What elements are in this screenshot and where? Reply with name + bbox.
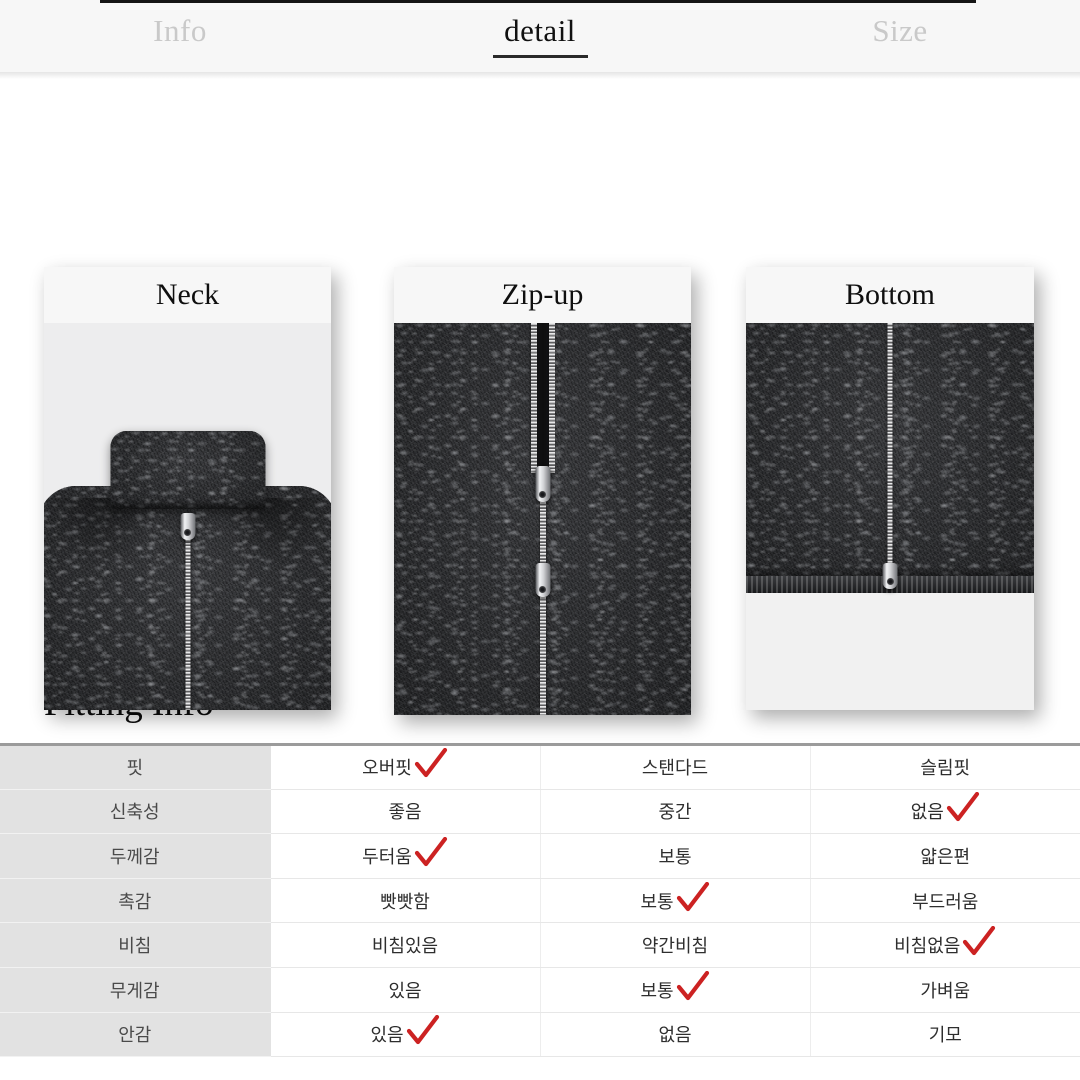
fitting-option-text: 없음: [910, 802, 944, 824]
fitting-option-text: 좋음: [388, 802, 422, 824]
fitting-option-text: 슬림핏: [920, 758, 971, 780]
neck-zipper-teeth: [185, 519, 190, 710]
detail-card-neck-title: Neck: [155, 278, 220, 311]
fitting-option-text: 비침없음: [894, 936, 961, 958]
neck-photo: [44, 323, 331, 710]
fitting-info-table: 핏 오버핏 스탠다드 슬림핏 신축성 좋음 중간 없음 두께감 두터움 보통 얇…: [0, 743, 1080, 1058]
fitting-option-text: 기모: [928, 1025, 962, 1047]
table-row: 핏 오버핏 스탠다드 슬림핏: [0, 744, 1080, 790]
bottom-zipper-teeth: [887, 323, 893, 571]
fitting-option-cell[interactable]: 보통: [540, 878, 811, 924]
fitting-option-cell[interactable]: 중간: [540, 789, 811, 835]
check-icon: [946, 792, 979, 822]
tab-detail-underline: [492, 54, 588, 58]
detail-card-bottom[interactable]: Bottom: [746, 267, 1034, 710]
detail-cards-section: Neck Zip-up Bottom: [0, 79, 1080, 715]
fitting-option-text: 있음: [388, 980, 422, 1002]
fitting-option-text: 두터움: [362, 846, 412, 868]
fitting-option-cell[interactable]: 부드러움: [810, 878, 1080, 924]
fitting-row-label: 안감: [0, 1012, 271, 1058]
check-icon: [963, 926, 996, 956]
check-icon: [414, 748, 447, 778]
fitting-row-label: 무게감: [0, 967, 271, 1013]
fitting-option-cell[interactable]: 없음: [540, 1012, 811, 1058]
tab-size-label: Size: [872, 12, 928, 48]
detail-card-zipup[interactable]: Zip-up: [394, 267, 691, 715]
fitting-option-text: 빳빳함: [380, 891, 430, 913]
fitting-option-text: 보통: [640, 980, 674, 1002]
tab-size[interactable]: Size: [720, 0, 1080, 72]
check-icon: [406, 1015, 439, 1045]
tab-info-label: Info: [153, 12, 207, 48]
fitting-option-text: 오버핏: [362, 758, 412, 780]
detail-card-bottom-title: Bottom: [844, 278, 935, 311]
table-row: 두께감 두터움 보통 얇은편: [0, 833, 1080, 879]
fitting-option-text: 비침있음: [371, 936, 439, 958]
fitting-row-label: 핏: [0, 744, 271, 790]
fitting-option-cell[interactable]: 좋음: [270, 789, 541, 835]
detail-card-neck-header: Neck: [44, 267, 331, 323]
fitting-option-cell[interactable]: 빳빳함: [270, 878, 541, 924]
fitting-info-table-body: 핏 오버핏 스탠다드 슬림핏 신축성 좋음 중간 없음 두께감 두터움 보통 얇…: [0, 744, 1080, 1058]
fitting-option-cell[interactable]: 기모: [810, 1012, 1080, 1058]
detail-card-zipup-header: Zip-up: [394, 267, 691, 323]
fitting-option-text: 보통: [640, 891, 674, 913]
fitting-option-cell[interactable]: 비침없음: [810, 922, 1080, 968]
bottom-photo: [746, 323, 1034, 710]
fitting-row-label: 두께감: [0, 833, 271, 879]
fitting-row-label: 촉감: [0, 878, 271, 924]
fitting-option-text: 가벼움: [920, 980, 971, 1002]
table-row: 안감 있음 없음 기모: [0, 1012, 1080, 1058]
neck-zipper-pull: [180, 513, 195, 540]
zipup-teeth-right: [548, 323, 555, 473]
fitting-option-text: 부드러움: [912, 891, 979, 913]
table-row: 무게감 있음 보통 가벼움: [0, 967, 1080, 1013]
fitting-option-cell[interactable]: 슬림핏: [810, 744, 1080, 790]
fitting-option-cell[interactable]: 오버핏: [270, 744, 541, 790]
table-row: 촉감 빳빳함 보통 부드러움: [0, 878, 1080, 924]
fitting-option-text: 스탠다드: [641, 758, 709, 780]
table-row: 신축성 좋음 중간 없음: [0, 789, 1080, 835]
fitting-row-label: 비침: [0, 922, 271, 968]
neck-collar-fold-shadow: [110, 499, 265, 509]
bottom-photo-backdrop: [746, 593, 1034, 710]
tab-bar-drop-shadow: [0, 72, 1080, 79]
tab-info[interactable]: Info: [0, 0, 360, 72]
fitting-option-cell[interactable]: 비침있음: [270, 922, 541, 968]
fitting-option-text: 중간: [658, 802, 692, 824]
fitting-option-cell[interactable]: 없음: [810, 789, 1080, 835]
fitting-option-cell[interactable]: 두터움: [270, 833, 541, 879]
neck-collar: [110, 431, 265, 509]
fitting-option-cell[interactable]: 보통: [540, 967, 811, 1013]
fitting-option-text: 없음: [658, 1025, 692, 1047]
fitting-option-cell[interactable]: 약간비침: [540, 922, 811, 968]
fitting-option-cell[interactable]: 스탠다드: [540, 744, 811, 790]
fitting-option-text: 약간비침: [641, 936, 709, 958]
fitting-option-cell[interactable]: 있음: [270, 967, 541, 1013]
fitting-option-text: 있음: [370, 1025, 404, 1047]
fitting-option-text: 보통: [658, 846, 692, 868]
zipup-zipper-pull-upper: [535, 466, 550, 502]
zipup-zipper-pull-lower: [535, 563, 550, 597]
check-icon: [676, 881, 709, 911]
zipup-teeth-left: [530, 323, 537, 473]
fleece-texture: [110, 431, 265, 509]
fitting-option-cell[interactable]: 얇은편: [810, 833, 1080, 879]
tab-detail-label: detail: [504, 12, 576, 48]
table-row: 비침 비침있음 약간비침 비침없음: [0, 922, 1080, 968]
zipup-photo: [394, 323, 691, 715]
detail-card-zipup-title: Zip-up: [501, 278, 584, 311]
fitting-option-cell[interactable]: 가벼움: [810, 967, 1080, 1013]
fitting-option-text: 얇은편: [920, 846, 971, 868]
detail-tab-bar: Info detail Size: [0, 0, 1080, 72]
detail-card-neck[interactable]: Neck: [44, 267, 331, 710]
check-icon: [414, 836, 447, 867]
fitting-option-cell[interactable]: 보통: [540, 833, 811, 879]
bottom-zipper-pull: [882, 563, 898, 589]
tab-detail[interactable]: detail: [360, 0, 720, 72]
check-icon: [676, 970, 709, 1000]
detail-card-bottom-header: Bottom: [746, 267, 1034, 323]
fitting-row-label: 신축성: [0, 789, 271, 835]
fitting-option-cell[interactable]: 있음: [270, 1012, 541, 1058]
